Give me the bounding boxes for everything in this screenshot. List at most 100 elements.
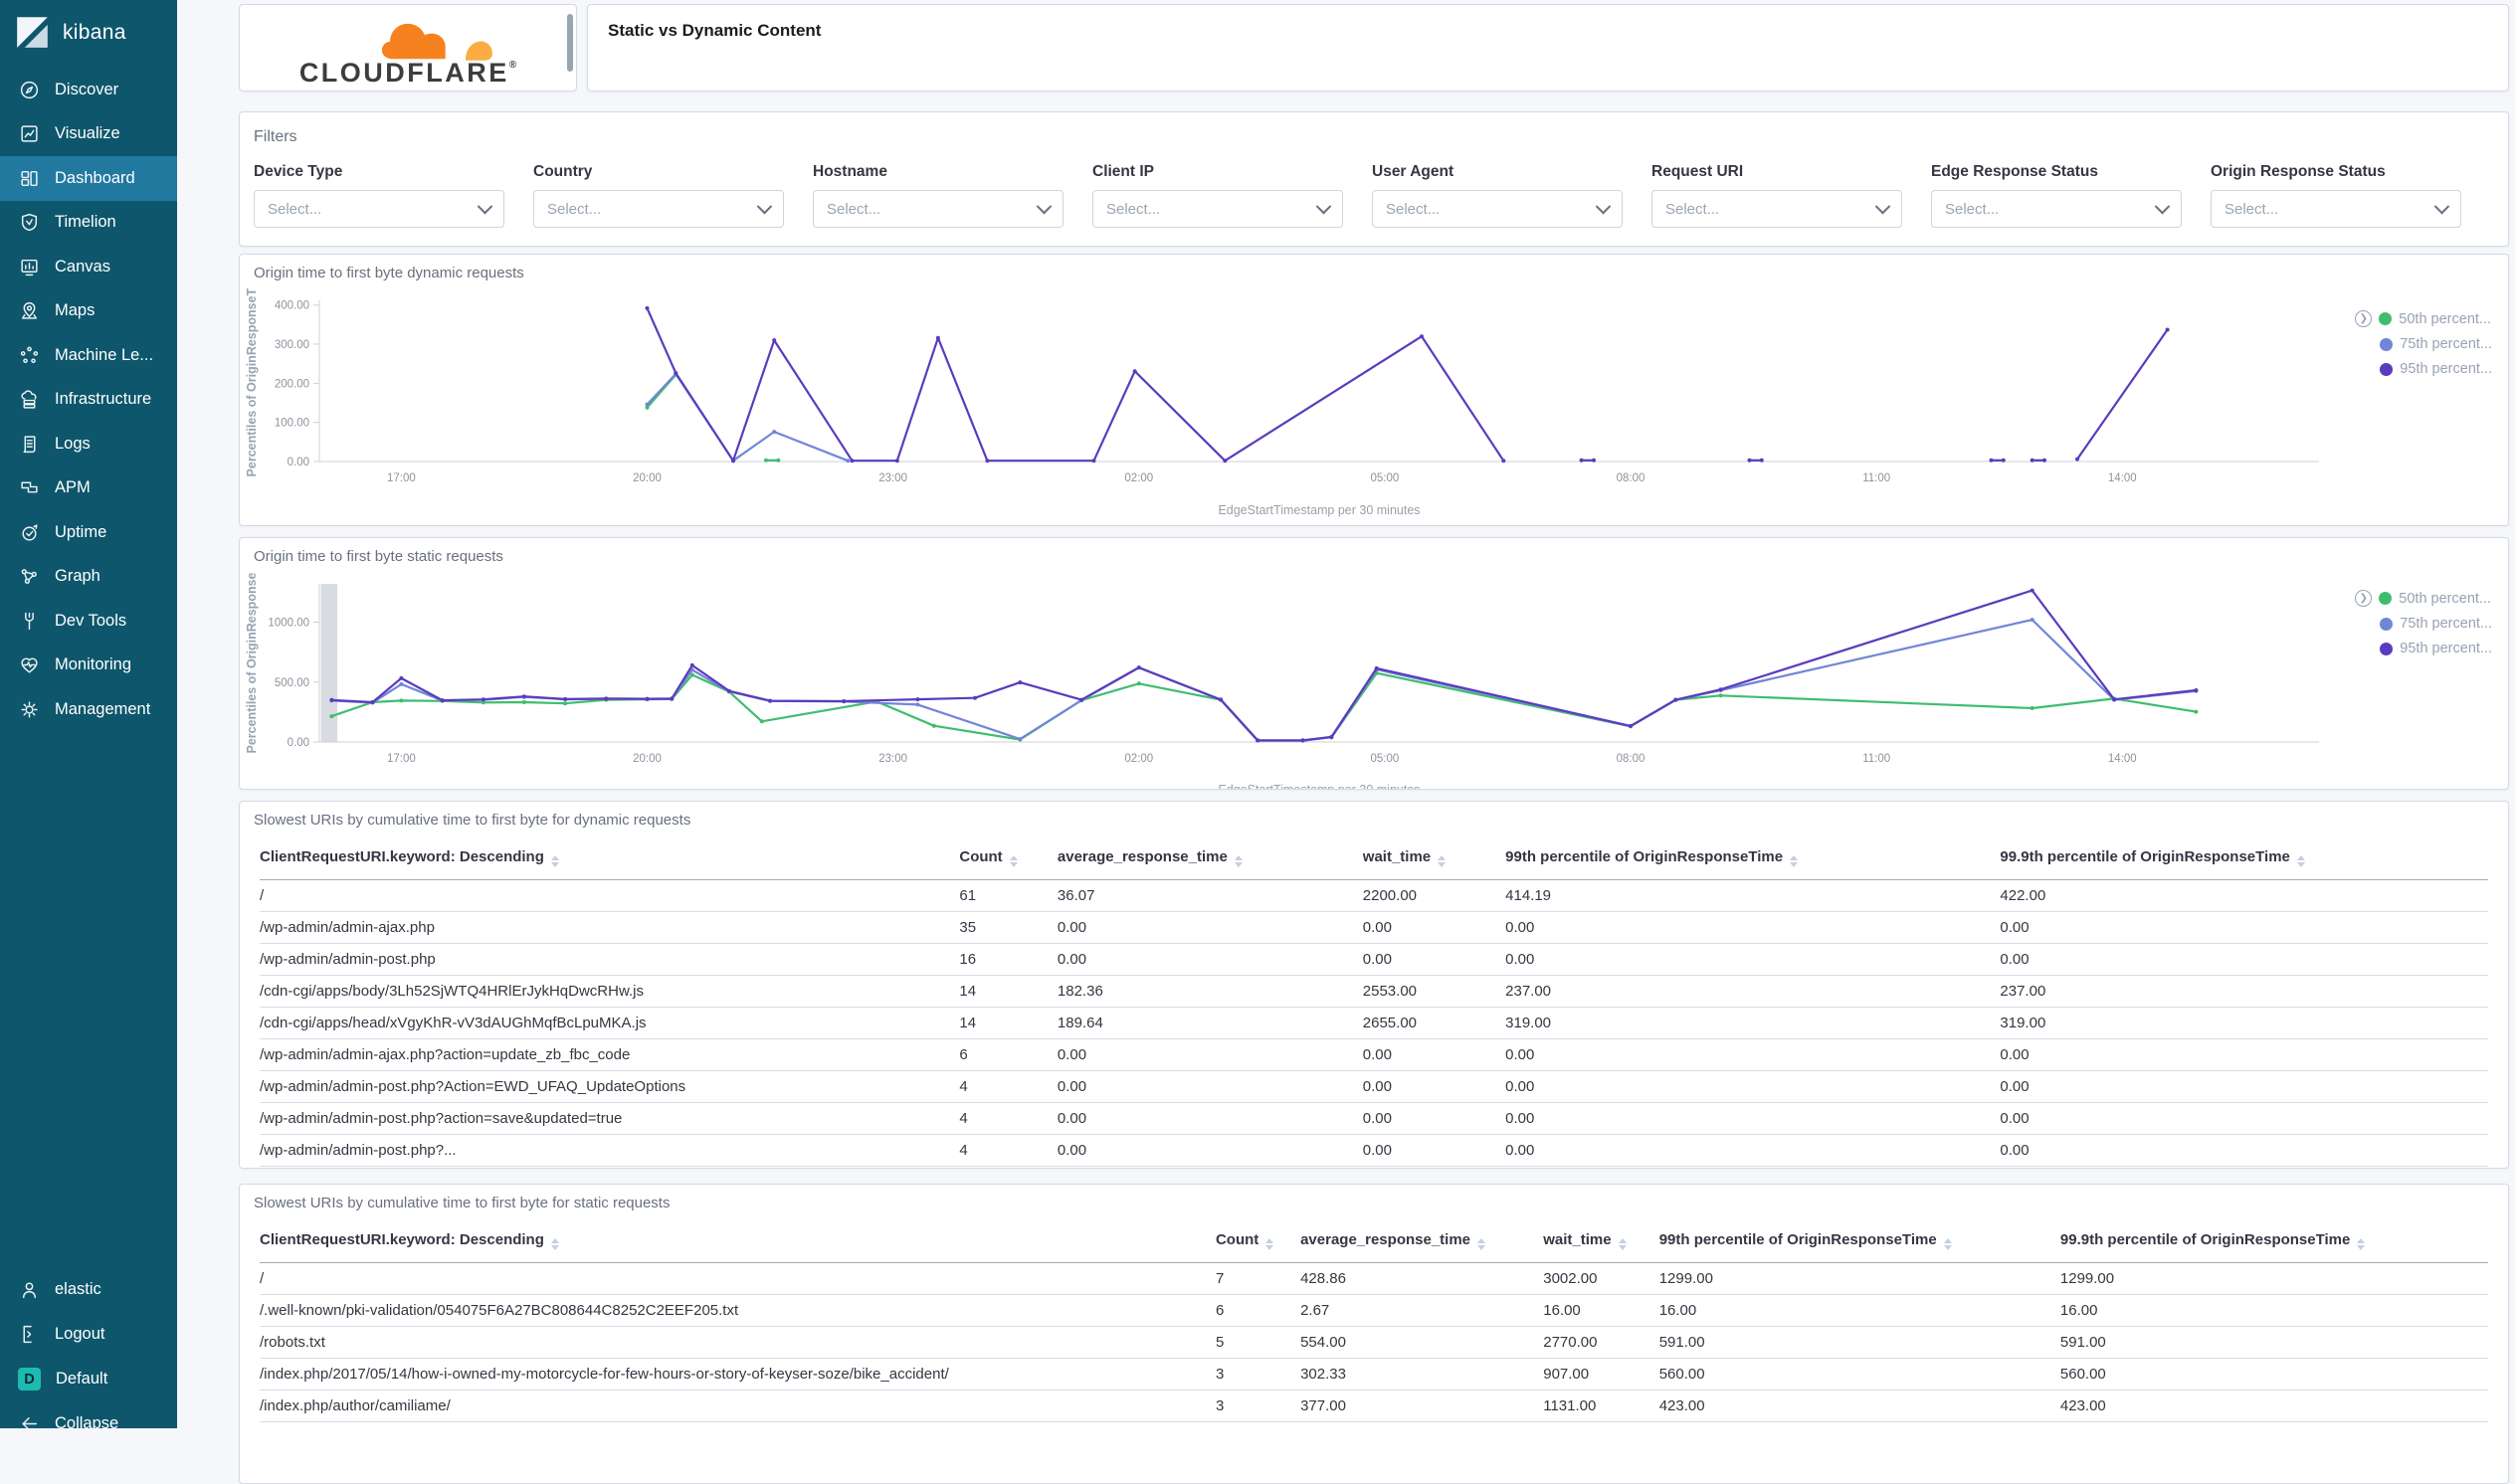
filter-user-agent: User Agent Select... bbox=[1372, 163, 1651, 228]
column-header[interactable]: 99th percentile of OriginResponseTime bbox=[1505, 837, 2001, 880]
sidebar-item-maps[interactable]: Maps bbox=[0, 289, 177, 334]
column-header[interactable]: Count bbox=[1215, 1220, 1301, 1263]
legend-item[interactable]: 95th percent... bbox=[2400, 641, 2492, 656]
sidebar-item-label: Monitoring bbox=[55, 655, 132, 674]
sidebar-item-label: Graph bbox=[55, 567, 100, 586]
svg-text:23:00: 23:00 bbox=[878, 472, 907, 484]
kibana-logo[interactable]: kibana bbox=[0, 0, 177, 60]
column-header[interactable]: 99.9th percentile of OriginResponseTime bbox=[2059, 1220, 2488, 1263]
legend-item[interactable]: 50th percent... bbox=[2399, 591, 2491, 607]
table-row: /robots.txt 5 554.00 2770.00 591.00 591.00 bbox=[260, 1326, 2488, 1359]
legend-item[interactable]: 50th percent... bbox=[2399, 311, 2491, 327]
sidebar-item-elastic-user[interactable]: elastic bbox=[0, 1267, 177, 1312]
select-value: Select... bbox=[547, 200, 602, 218]
sidebar-item-logout[interactable]: Logout bbox=[0, 1312, 177, 1357]
table-row: /cdn-cgi/apps/body/3Lh52SjWTQ4HRlErJykHq… bbox=[260, 975, 2488, 1008]
device-type-select[interactable]: Select... bbox=[254, 190, 504, 228]
table-row: /cdn-cgi/apps/head/xVgyKhR-vV3dAUGhMqfBc… bbox=[260, 1007, 2488, 1039]
svg-text:EdgeStartTimestamp per 30 minu: EdgeStartTimestamp per 30 minutes bbox=[1218, 503, 1420, 517]
sidebar-item-space-default[interactable]: D Default bbox=[0, 1357, 177, 1401]
filter-label: User Agent bbox=[1372, 163, 1454, 180]
machine-learning-icon bbox=[18, 344, 40, 366]
table-header-row: ClientRequestURI.keyword: Descending Cou… bbox=[260, 837, 2488, 880]
column-header[interactable]: 99th percentile of OriginResponseTime bbox=[1658, 1220, 2060, 1263]
sidebar-item-dev-tools[interactable]: Dev Tools bbox=[0, 599, 177, 644]
page-title: Static vs Dynamic Content bbox=[608, 21, 822, 40]
sidebar-item-logs[interactable]: Logs bbox=[0, 422, 177, 466]
legend-item[interactable]: 75th percent... bbox=[2400, 616, 2492, 632]
chevron-down-icon bbox=[2154, 198, 2171, 214]
client-ip-select[interactable]: Select... bbox=[1092, 190, 1343, 228]
panel-scrollbar[interactable] bbox=[567, 14, 573, 72]
monitoring-icon bbox=[18, 654, 40, 676]
sidebar-nav: Discover Visualize Dashboard Timelion Ca… bbox=[0, 68, 177, 732]
sort-icon bbox=[1477, 1238, 1486, 1250]
column-header[interactable]: 99.9th percentile of OriginResponseTime bbox=[2000, 837, 2488, 880]
column-header[interactable]: ClientRequestURI.keyword: Descending bbox=[260, 1220, 1216, 1263]
table-row: /61 36.07 2200.00 414.19 422.00 bbox=[260, 879, 2488, 912]
sidebar-item-graph[interactable]: Graph bbox=[0, 555, 177, 600]
edge-response-status-select[interactable]: Select... bbox=[1931, 190, 2182, 228]
apm-icon bbox=[18, 477, 40, 499]
chevron-down-icon bbox=[1315, 198, 1332, 214]
filters-panel: Filters Device Type Select... Country Se… bbox=[239, 111, 2509, 247]
filter-edge-response-status: Edge Response Status Select... bbox=[1931, 163, 2211, 228]
hostname-select[interactable]: Select... bbox=[813, 190, 1064, 228]
sidebar-item-label: Timelion bbox=[55, 213, 116, 232]
legend-item[interactable]: 95th percent... bbox=[2400, 361, 2492, 377]
origin-response-status-select[interactable]: Select... bbox=[2211, 190, 2461, 228]
user-agent-select[interactable]: Select... bbox=[1372, 190, 1623, 228]
sidebar-item-management[interactable]: Management bbox=[0, 687, 177, 732]
sidebar-item-uptime[interactable]: Uptime bbox=[0, 510, 177, 555]
country-select[interactable]: Select... bbox=[533, 190, 784, 228]
registered-mark: ® bbox=[508, 59, 517, 71]
svg-text:1000.00: 1000.00 bbox=[268, 618, 309, 630]
static-uris-table-panel: Slowest URIs by cumulative time to first… bbox=[239, 1184, 2509, 1484]
svg-text:400.00: 400.00 bbox=[275, 300, 309, 312]
filter-label: Origin Response Status bbox=[2211, 163, 2386, 180]
legend-item[interactable]: 75th percent... bbox=[2400, 336, 2492, 352]
kibana-logo-icon bbox=[17, 17, 48, 48]
sidebar-item-label: Discover bbox=[55, 80, 119, 98]
sidebar-item-label: Canvas bbox=[55, 257, 110, 276]
sidebar-item-machine-learning[interactable]: Machine Le... bbox=[0, 333, 177, 378]
sidebar-item-dashboard[interactable]: Dashboard bbox=[0, 156, 177, 201]
legend-toggle-icon[interactable]: ❯ bbox=[2355, 310, 2373, 327]
filter-device-type: Device Type Select... bbox=[254, 163, 533, 228]
filter-hostname: Hostname Select... bbox=[813, 163, 1092, 228]
column-header[interactable]: ClientRequestURI.keyword: Descending bbox=[260, 837, 960, 880]
sidebar-item-collapse[interactable]: Collapse bbox=[0, 1401, 177, 1446]
sidebar-item-timelion[interactable]: Timelion bbox=[0, 201, 177, 246]
svg-text:02:00: 02:00 bbox=[1124, 472, 1153, 484]
filter-label: Client IP bbox=[1092, 163, 1155, 180]
column-header[interactable]: wait_time bbox=[1543, 1220, 1659, 1263]
user-icon bbox=[18, 1279, 40, 1301]
request-uri-select[interactable]: Select... bbox=[1651, 190, 1902, 228]
column-header[interactable]: wait_time bbox=[1362, 837, 1506, 880]
svg-text:23:00: 23:00 bbox=[878, 753, 907, 765]
legend-dot bbox=[2380, 642, 2394, 655]
table-title: Slowest URIs by cumulative time to first… bbox=[254, 1195, 671, 1211]
svg-text:0.00: 0.00 bbox=[288, 737, 309, 749]
timelion-icon bbox=[18, 212, 40, 234]
sidebar-item-visualize[interactable]: Visualize bbox=[0, 112, 177, 157]
legend-toggle-icon[interactable]: ❯ bbox=[2355, 590, 2373, 607]
sidebar-item-infrastructure[interactable]: Infrastructure bbox=[0, 378, 177, 423]
sort-icon bbox=[550, 1238, 559, 1250]
svg-text:200.00: 200.00 bbox=[275, 378, 309, 390]
filter-label: Device Type bbox=[254, 163, 343, 180]
svg-text:Percentiles of OriginResponse: Percentiles of OriginResponse bbox=[245, 572, 259, 753]
filter-origin-response-status: Origin Response Status Select... bbox=[2211, 163, 2490, 228]
sidebar-item-monitoring[interactable]: Monitoring bbox=[0, 644, 177, 688]
sidebar-footer: elastic Logout D Default Collapse bbox=[0, 1267, 177, 1446]
svg-text:20:00: 20:00 bbox=[633, 753, 662, 765]
column-header[interactable]: average_response_time bbox=[1057, 837, 1363, 880]
sidebar-item-discover[interactable]: Discover bbox=[0, 68, 177, 112]
column-header[interactable]: average_response_time bbox=[1300, 1220, 1544, 1263]
chevron-down-icon bbox=[1874, 198, 1891, 214]
sidebar-item-canvas[interactable]: Canvas bbox=[0, 245, 177, 289]
sidebar-item-label: Default bbox=[56, 1370, 108, 1388]
column-header[interactable]: Count bbox=[959, 837, 1058, 880]
sidebar-item-apm[interactable]: APM bbox=[0, 466, 177, 511]
svg-text:300.00: 300.00 bbox=[275, 339, 309, 351]
